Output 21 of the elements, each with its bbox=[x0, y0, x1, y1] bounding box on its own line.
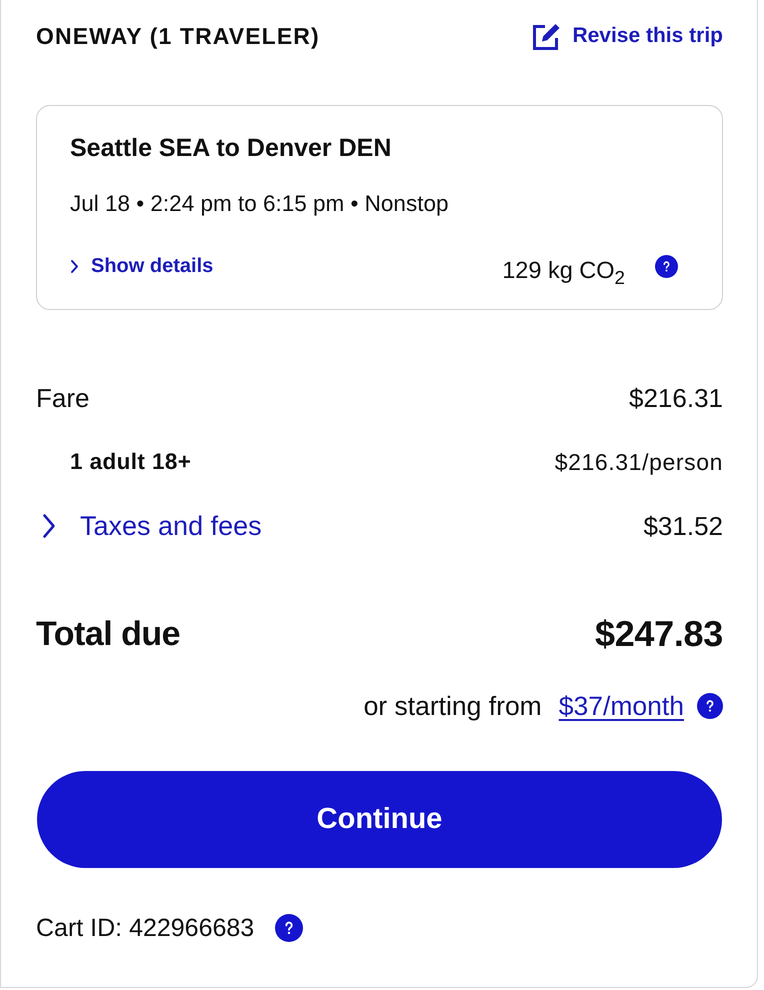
total-label: Total due bbox=[36, 614, 180, 654]
flight-route: Seattle SEA to Denver DEN bbox=[70, 133, 392, 163]
taxes-fees-link[interactable]: Taxes and fees bbox=[42, 510, 262, 542]
traveler-label: 1 adult 18+ bbox=[70, 449, 192, 475]
flight-schedule: Jul 18 • 2:24 pm to 6:15 pm • Nonstop bbox=[70, 190, 448, 218]
price-label: Fare bbox=[36, 382, 90, 414]
help-icon[interactable] bbox=[275, 914, 304, 942]
total-amount: $247.83 bbox=[594, 613, 723, 655]
price-amount: $216.31/person bbox=[554, 448, 723, 476]
help-icon[interactable] bbox=[655, 254, 678, 278]
financing-text: or starting from bbox=[364, 690, 542, 722]
show-details-link[interactable]: Show details bbox=[70, 254, 214, 278]
revise-trip-link[interactable]: Revise this trip bbox=[531, 20, 723, 52]
emissions-text: 129 kg CO$_{2}$ bbox=[502, 256, 625, 284]
continue-button[interactable]: Continue bbox=[37, 771, 722, 868]
monthly-price-link[interactable]: $37/month bbox=[558, 690, 684, 722]
help-icon[interactable] bbox=[697, 693, 723, 719]
cart-id-text: Cart ID: 422966683 bbox=[36, 914, 254, 942]
trip-type-heading: ONEWAY (1 TRAVELER) bbox=[36, 22, 320, 50]
price-amount: $216.31 bbox=[629, 382, 723, 414]
price-amount: $31.52 bbox=[643, 510, 723, 542]
